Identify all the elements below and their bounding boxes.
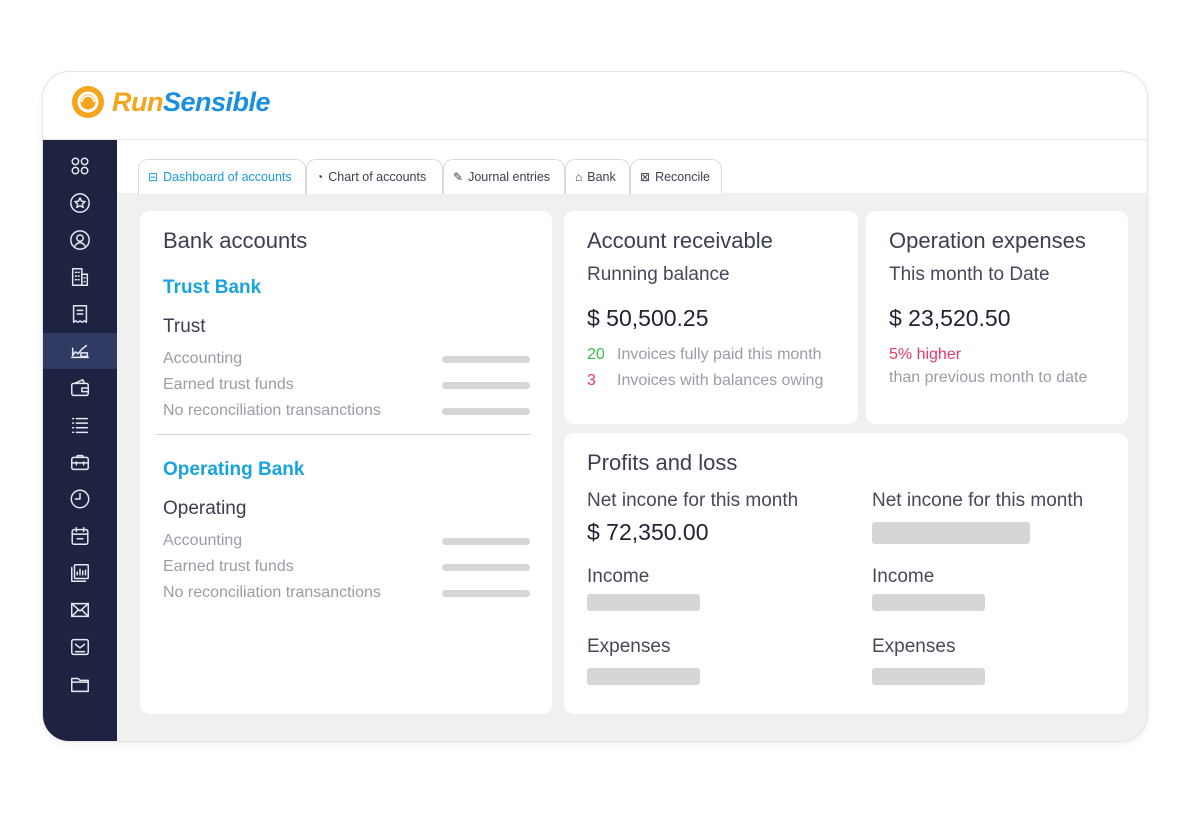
inbox-icon <box>71 638 89 656</box>
tab-chart-of-accounts[interactable]: ◔ Chart of accounts <box>306 159 443 194</box>
pnl-right-net-label: Net incone for this month <box>872 490 1084 511</box>
nav-favorites[interactable] <box>43 185 117 221</box>
operating-account-type: Operating <box>163 498 247 519</box>
trust-reconciliation-placeholder <box>442 408 530 415</box>
nav-contacts[interactable] <box>43 222 117 258</box>
briefcase-icon <box>71 454 89 471</box>
star-badge-icon <box>70 193 90 213</box>
pnl-left-net-amount: $ 72,350.00 <box>587 519 709 545</box>
operating-accounting-placeholder <box>442 538 530 545</box>
edit-icon: ✎ <box>453 170 464 184</box>
pnl-left-expenses-label: Expenses <box>587 636 671 657</box>
operation-expenses-card: Operation expenses This month to Date $ … <box>866 211 1128 424</box>
calendar-icon <box>71 527 89 545</box>
tab-dashboard-of-accounts[interactable]: ⊟ Dashboard of accounts <box>138 159 306 194</box>
account-receivable-card: Account receivable Running balance $ 50,… <box>564 211 858 424</box>
pnl-left-net-label: Net incone for this month <box>587 490 799 511</box>
trust-row-reconciliation: No reconciliation transanctions <box>163 402 381 419</box>
pnl-right-expenses-placeholder <box>872 668 985 685</box>
bank-accounts-title: Bank accounts <box>163 228 308 253</box>
trust-account-type: Trust <box>163 316 206 337</box>
bank-icon: ⌂ <box>575 170 583 184</box>
nav-documents[interactable] <box>43 666 117 702</box>
folder-icon <box>71 677 89 693</box>
pnl-left-income-placeholder <box>587 594 700 611</box>
profits-and-loss-card: Profits and loss Net incone for this mon… <box>564 433 1128 714</box>
trust-row-accounting: Accounting <box>163 350 243 367</box>
operating-row-accounting: Accounting <box>163 532 243 549</box>
nav-time[interactable] <box>43 481 117 517</box>
tab-journal-entries[interactable]: ✎ Journal entries <box>443 159 565 194</box>
app-logo-text: RunSensible <box>112 87 271 117</box>
wallet-icon <box>71 379 89 397</box>
trust-accounting-placeholder <box>442 356 530 363</box>
tab-bar: ⊟ Dashboard of accounts ◔ Chart of account… <box>117 140 1147 194</box>
nav-tasks[interactable] <box>43 407 117 443</box>
reports-icon <box>71 564 89 582</box>
runsensible-logo-icon <box>72 86 104 118</box>
nav-wallet[interactable] <box>43 370 117 406</box>
pnl-left-income-label: Income <box>587 566 650 587</box>
receivable-title: Account receivable <box>587 228 773 253</box>
receivable-amount: $ 50,500.25 <box>587 305 709 331</box>
reconcile-icon: ⊠ <box>640 170 651 184</box>
expenses-subtitle: This month to Date <box>889 264 1050 285</box>
pnl-right-income-label: Income <box>872 566 935 587</box>
nav-inbox[interactable] <box>43 629 117 665</box>
clock-icon <box>70 489 90 509</box>
expenses-change-note: than previous month to date <box>889 369 1088 386</box>
building-icon <box>71 268 89 286</box>
tab-reconcile[interactable]: ⊠ Reconcile <box>630 159 722 194</box>
apps-icon <box>71 157 89 175</box>
mail-icon <box>71 602 89 618</box>
operating-row-reconciliation: No reconciliation transanctions <box>163 584 381 601</box>
invoices-paid-stat: 20 Invoices fully paid this month <box>587 346 822 363</box>
nav-invoices[interactable] <box>43 296 117 332</box>
receivable-subtitle: Running balance <box>587 264 730 285</box>
nav-reports[interactable] <box>43 555 117 591</box>
sidebar <box>43 140 117 741</box>
pnl-left-expenses-placeholder <box>587 668 700 685</box>
operating-bank-link[interactable]: Operating Bank <box>163 459 304 481</box>
receipt-icon <box>72 305 88 323</box>
list-icon <box>71 417 89 434</box>
pnl-title: Profits and loss <box>587 450 738 475</box>
trust-bank-link[interactable]: Trust Bank <box>163 277 261 299</box>
trust-earned-placeholder <box>442 382 530 389</box>
dashboard-icon: ⊟ <box>148 170 159 184</box>
pnl-right-expenses-label: Expenses <box>872 636 956 657</box>
bank-accounts-card: Bank accounts Trust Bank Trust Accountin… <box>140 211 552 714</box>
bank-divider <box>155 434 531 435</box>
app-logo[interactable]: RunSensible <box>70 84 271 120</box>
main-content: ⊟ Dashboard of accounts ◔ Chart of account… <box>117 140 1147 741</box>
pnl-right-net-placeholder <box>872 522 1030 544</box>
nav-calendar[interactable] <box>43 518 117 554</box>
contact-icon <box>70 230 90 250</box>
app-window: RunSensible ⊟ Dashboard of accounts ◔ Ch… <box>43 72 1147 741</box>
nav-email[interactable] <box>43 592 117 628</box>
tab-bank[interactable]: ⌂ Bank <box>565 159 630 194</box>
operating-earned-placeholder <box>442 564 530 571</box>
trust-row-earned: Earned trust funds <box>163 376 294 393</box>
nav-matters[interactable] <box>43 444 117 480</box>
operating-row-earned: Earned trust funds <box>163 558 294 575</box>
nav-accounting[interactable] <box>43 333 117 369</box>
invoices-owing-stat: 3 Invoices with balances owing <box>587 372 824 389</box>
pnl-right-income-placeholder <box>872 594 985 611</box>
nav-companies[interactable] <box>43 259 117 295</box>
expenses-title: Operation expenses <box>889 228 1086 253</box>
expenses-amount: $ 23,520.50 <box>889 305 1011 331</box>
nav-apps[interactable] <box>43 148 117 184</box>
pie-chart-icon: ◔ <box>316 170 324 184</box>
accounting-icon <box>71 344 89 359</box>
expenses-change: 5% higher <box>889 346 962 363</box>
app-header: RunSensible <box>43 72 1147 140</box>
operating-reconciliation-placeholder <box>442 590 530 597</box>
